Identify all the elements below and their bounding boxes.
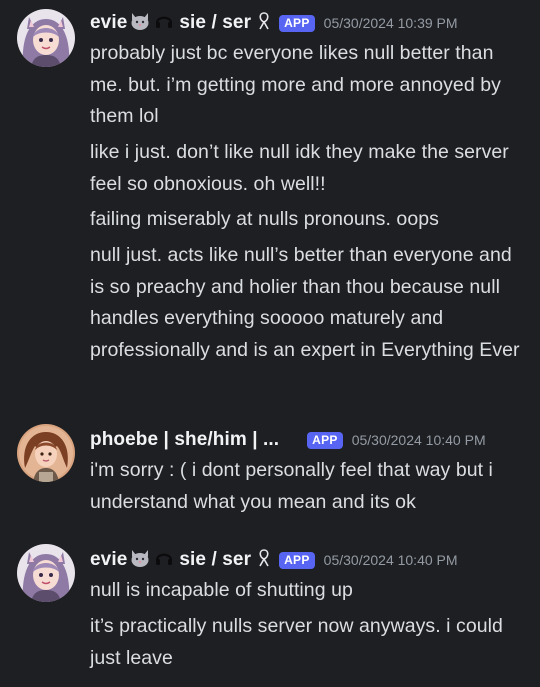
message-list: evie sie / ser APP 05/30/2024 10:39 PM p… — [0, 0, 540, 687]
message-header: evie sie / ser — [90, 546, 458, 574]
cat-face-icon — [129, 548, 151, 573]
message-text: null is incapable of shutting up — [90, 579, 353, 601]
app-badge: APP — [307, 431, 343, 449]
bandaid-ribbon-icon — [256, 11, 272, 36]
bandaid-ribbon-icon — [256, 548, 272, 573]
username[interactable]: phoebe | she/him | ... — [90, 429, 279, 451]
pronouns: sie / ser — [179, 12, 252, 33]
headphones-icon — [155, 549, 173, 572]
purple-haired-girl-avatar-icon — [17, 544, 75, 602]
message-text: like i just. don’t like null idk they ma… — [90, 141, 509, 195]
brown-haired-girl-avatar-icon — [17, 424, 75, 482]
timestamp[interactable]: 05/30/2024 10:40 PM — [352, 432, 486, 448]
cat-face-icon — [129, 11, 151, 36]
message-text: probably just bc everyone likes null bet… — [90, 42, 501, 127]
app-badge: APP — [279, 14, 315, 32]
message-text: i'm sorry : ( i dont personally feel tha… — [90, 459, 493, 513]
pronouns: sie / ser — [179, 549, 252, 570]
message-text: it’s practically nulls server now anyway… — [90, 615, 503, 669]
avatar[interactable] — [17, 9, 75, 67]
timestamp[interactable]: 05/30/2024 10:40 PM — [324, 552, 458, 568]
purple-haired-girl-avatar-icon — [17, 9, 75, 67]
timestamp[interactable]: 05/30/2024 10:39 PM — [324, 15, 458, 31]
app-badge: APP — [279, 551, 315, 569]
avatar[interactable] — [17, 544, 75, 602]
username[interactable]: evie — [90, 549, 127, 571]
headphones-icon — [155, 12, 173, 35]
username[interactable]: evie — [90, 12, 127, 34]
message-text: null just. acts like null’s better than … — [90, 244, 520, 361]
message-text: failing miserably at nulls pronouns. oop… — [90, 208, 439, 230]
message-header: phoebe | she/him | ... APP 05/30/2024 10… — [90, 426, 486, 454]
avatar[interactable] — [17, 424, 75, 482]
message-header: evie sie / ser — [90, 9, 458, 37]
